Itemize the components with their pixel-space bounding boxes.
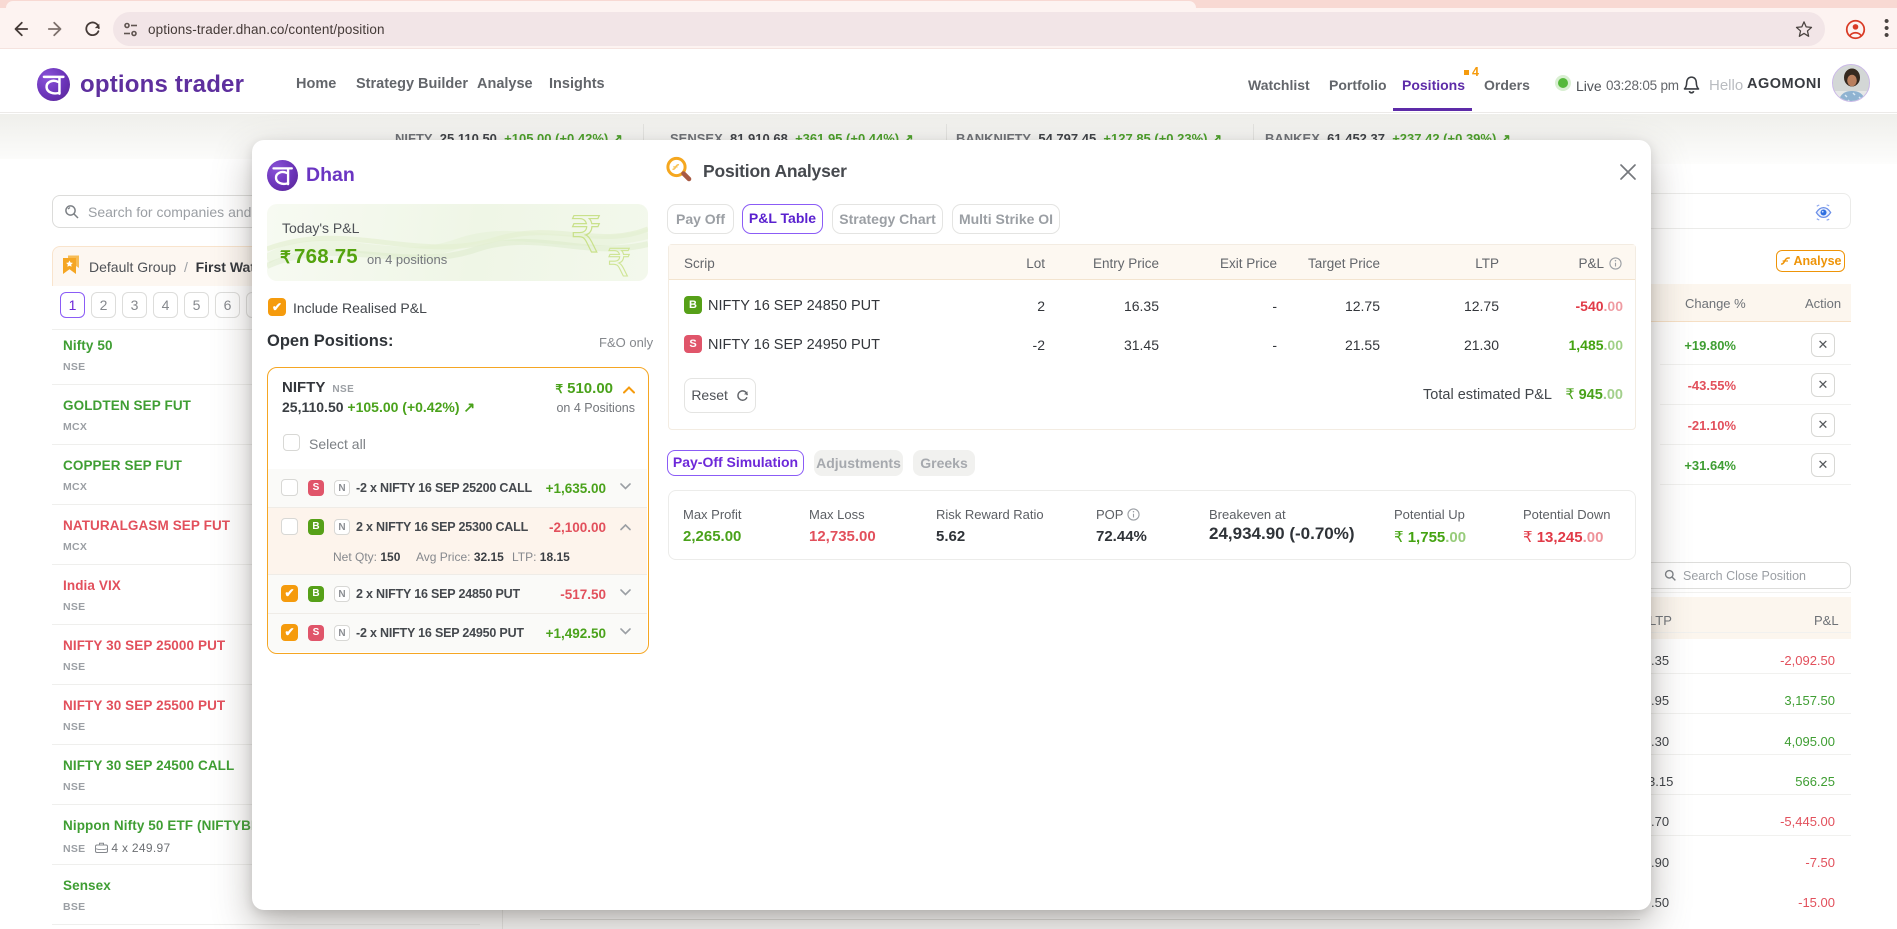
- svg-text:₹: ₹: [607, 243, 631, 281]
- svg-text:₹: ₹: [570, 207, 602, 263]
